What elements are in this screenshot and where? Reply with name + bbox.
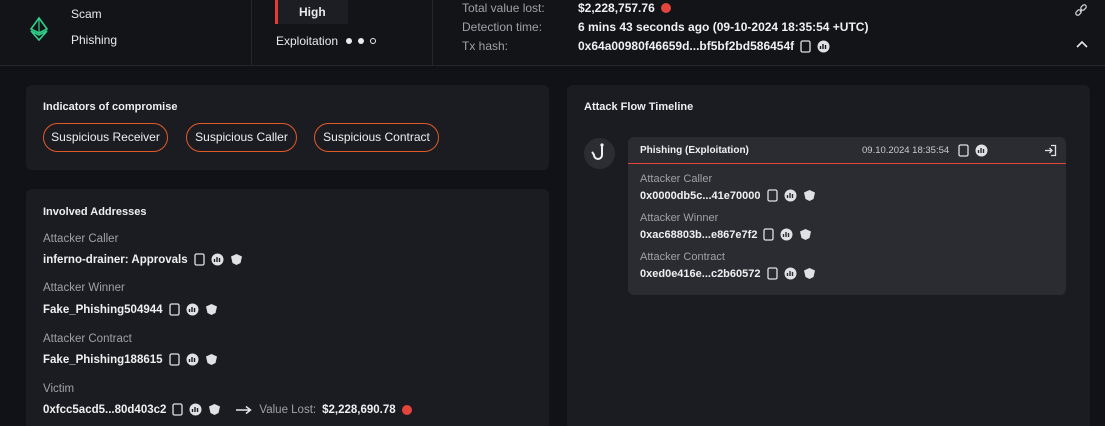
involved-title: Involved Addresses	[43, 206, 147, 218]
stage-indicator: Exploitation	[276, 34, 377, 48]
attacker-contract-label: Attacker Contract	[43, 333, 132, 345]
attacker-winner-address: Fake_Phishing504944	[43, 303, 218, 316]
etherscan-icon[interactable]	[784, 189, 797, 202]
pill-suspicious-caller[interactable]: Suspicious Caller	[186, 123, 297, 152]
value-lost-amount: $2,228,690.78	[322, 403, 396, 416]
copy-icon[interactable]	[766, 189, 778, 202]
shield-icon[interactable]	[208, 403, 221, 416]
card-attacker-caller-address: 0x0000db5c...41e70000	[640, 189, 816, 202]
card-attacker-contract-label: Attacker Contract	[640, 251, 725, 263]
tag-phishing: Phishing	[71, 33, 118, 47]
badge-icon	[660, 3, 671, 13]
tag-scam: Scam	[71, 7, 102, 21]
hook-icon	[584, 138, 615, 169]
etherscan-icon[interactable]	[817, 40, 830, 53]
pill-suspicious-contract[interactable]: Suspicious Contract	[314, 123, 439, 152]
card-attacker-winner-label: Attacker Winner	[640, 212, 719, 224]
copy-icon[interactable]	[763, 228, 775, 241]
shield-icon[interactable]	[205, 303, 218, 316]
copy-icon[interactable]	[168, 353, 180, 366]
arrow-right-icon	[236, 405, 253, 414]
copy-icon[interactable]	[172, 403, 184, 416]
pill-suspicious-receiver[interactable]: Suspicious Receiver	[43, 123, 168, 152]
total-value-lost: $2,228,757.76	[578, 1, 671, 15]
copy-icon[interactable]	[766, 267, 778, 280]
timeline-card[interactable]: Phishing (Exploitation) 09.10.2024 18:35…	[628, 137, 1066, 295]
copy-icon[interactable]	[958, 144, 969, 157]
etherscan-icon[interactable]	[975, 144, 988, 157]
copy-icon[interactable]	[800, 39, 811, 53]
severity-badge: High	[275, 0, 348, 24]
copy-icon[interactable]	[193, 253, 205, 266]
etherscan-icon[interactable]	[780, 228, 793, 241]
tx-hash: 0x64a00980f46659d...bf5bf2bd586454f	[578, 39, 830, 53]
timeline-card-header: Phishing (Exploitation) 09.10.2024 18:35…	[628, 137, 1066, 164]
detection-time: 6 mins 43 seconds ago (09-10-2024 18:35:…	[578, 20, 869, 34]
card-attacker-winner-address: 0xac68803b...e867e7f2	[640, 228, 812, 241]
detection-time-label: Detection time:	[462, 20, 543, 34]
chevron-up-icon[interactable]	[1076, 40, 1088, 50]
link-icon[interactable]	[1074, 4, 1088, 18]
attacker-caller-label: Attacker Caller	[43, 233, 119, 245]
badge-icon	[401, 404, 412, 415]
login-icon[interactable]	[1044, 144, 1057, 157]
ethereum-icon	[29, 16, 49, 42]
alert-header: Scam Phishing High Exploitation Total va…	[0, 0, 1105, 66]
stage-label: Exploitation	[276, 34, 339, 48]
etherscan-icon[interactable]	[784, 267, 797, 280]
stage-progress-dots	[346, 38, 377, 44]
card-attacker-caller-label: Attacker Caller	[640, 173, 713, 185]
ioc-title: Indicators of compromise	[43, 101, 178, 113]
shield-icon[interactable]	[230, 253, 243, 266]
card-attacker-contract-address: 0xed0e416e...c2b60572	[640, 267, 816, 280]
victim-address: 0xfcc5acd5...80d403c2 Value Lost: $2,228…	[43, 403, 412, 416]
timeline-card-title: Phishing (Exploitation)	[640, 145, 749, 156]
timeline-title: Attack Flow Timeline	[584, 101, 694, 113]
shield-icon[interactable]	[803, 267, 816, 280]
etherscan-icon[interactable]	[211, 253, 224, 266]
victim-label: Victim	[43, 383, 75, 395]
attacker-contract-address: Fake_Phishing188615	[43, 353, 218, 366]
attacker-caller-address: inferno-drainer: Approvals	[43, 253, 243, 266]
etherscan-icon[interactable]	[189, 403, 202, 416]
etherscan-icon[interactable]	[186, 353, 199, 366]
shield-icon[interactable]	[799, 228, 812, 241]
shield-icon[interactable]	[803, 189, 816, 202]
copy-icon[interactable]	[168, 303, 180, 316]
total-value-lost-label: Total value lost:	[462, 1, 545, 15]
tx-hash-label: Tx hash:	[462, 39, 509, 53]
attacker-winner-label: Attacker Winner	[43, 282, 125, 294]
timeline-card-time: 09.10.2024 18:35:54	[862, 145, 950, 156]
etherscan-icon[interactable]	[186, 303, 199, 316]
value-lost-label: Value Lost:	[259, 403, 317, 416]
shield-icon[interactable]	[205, 353, 218, 366]
